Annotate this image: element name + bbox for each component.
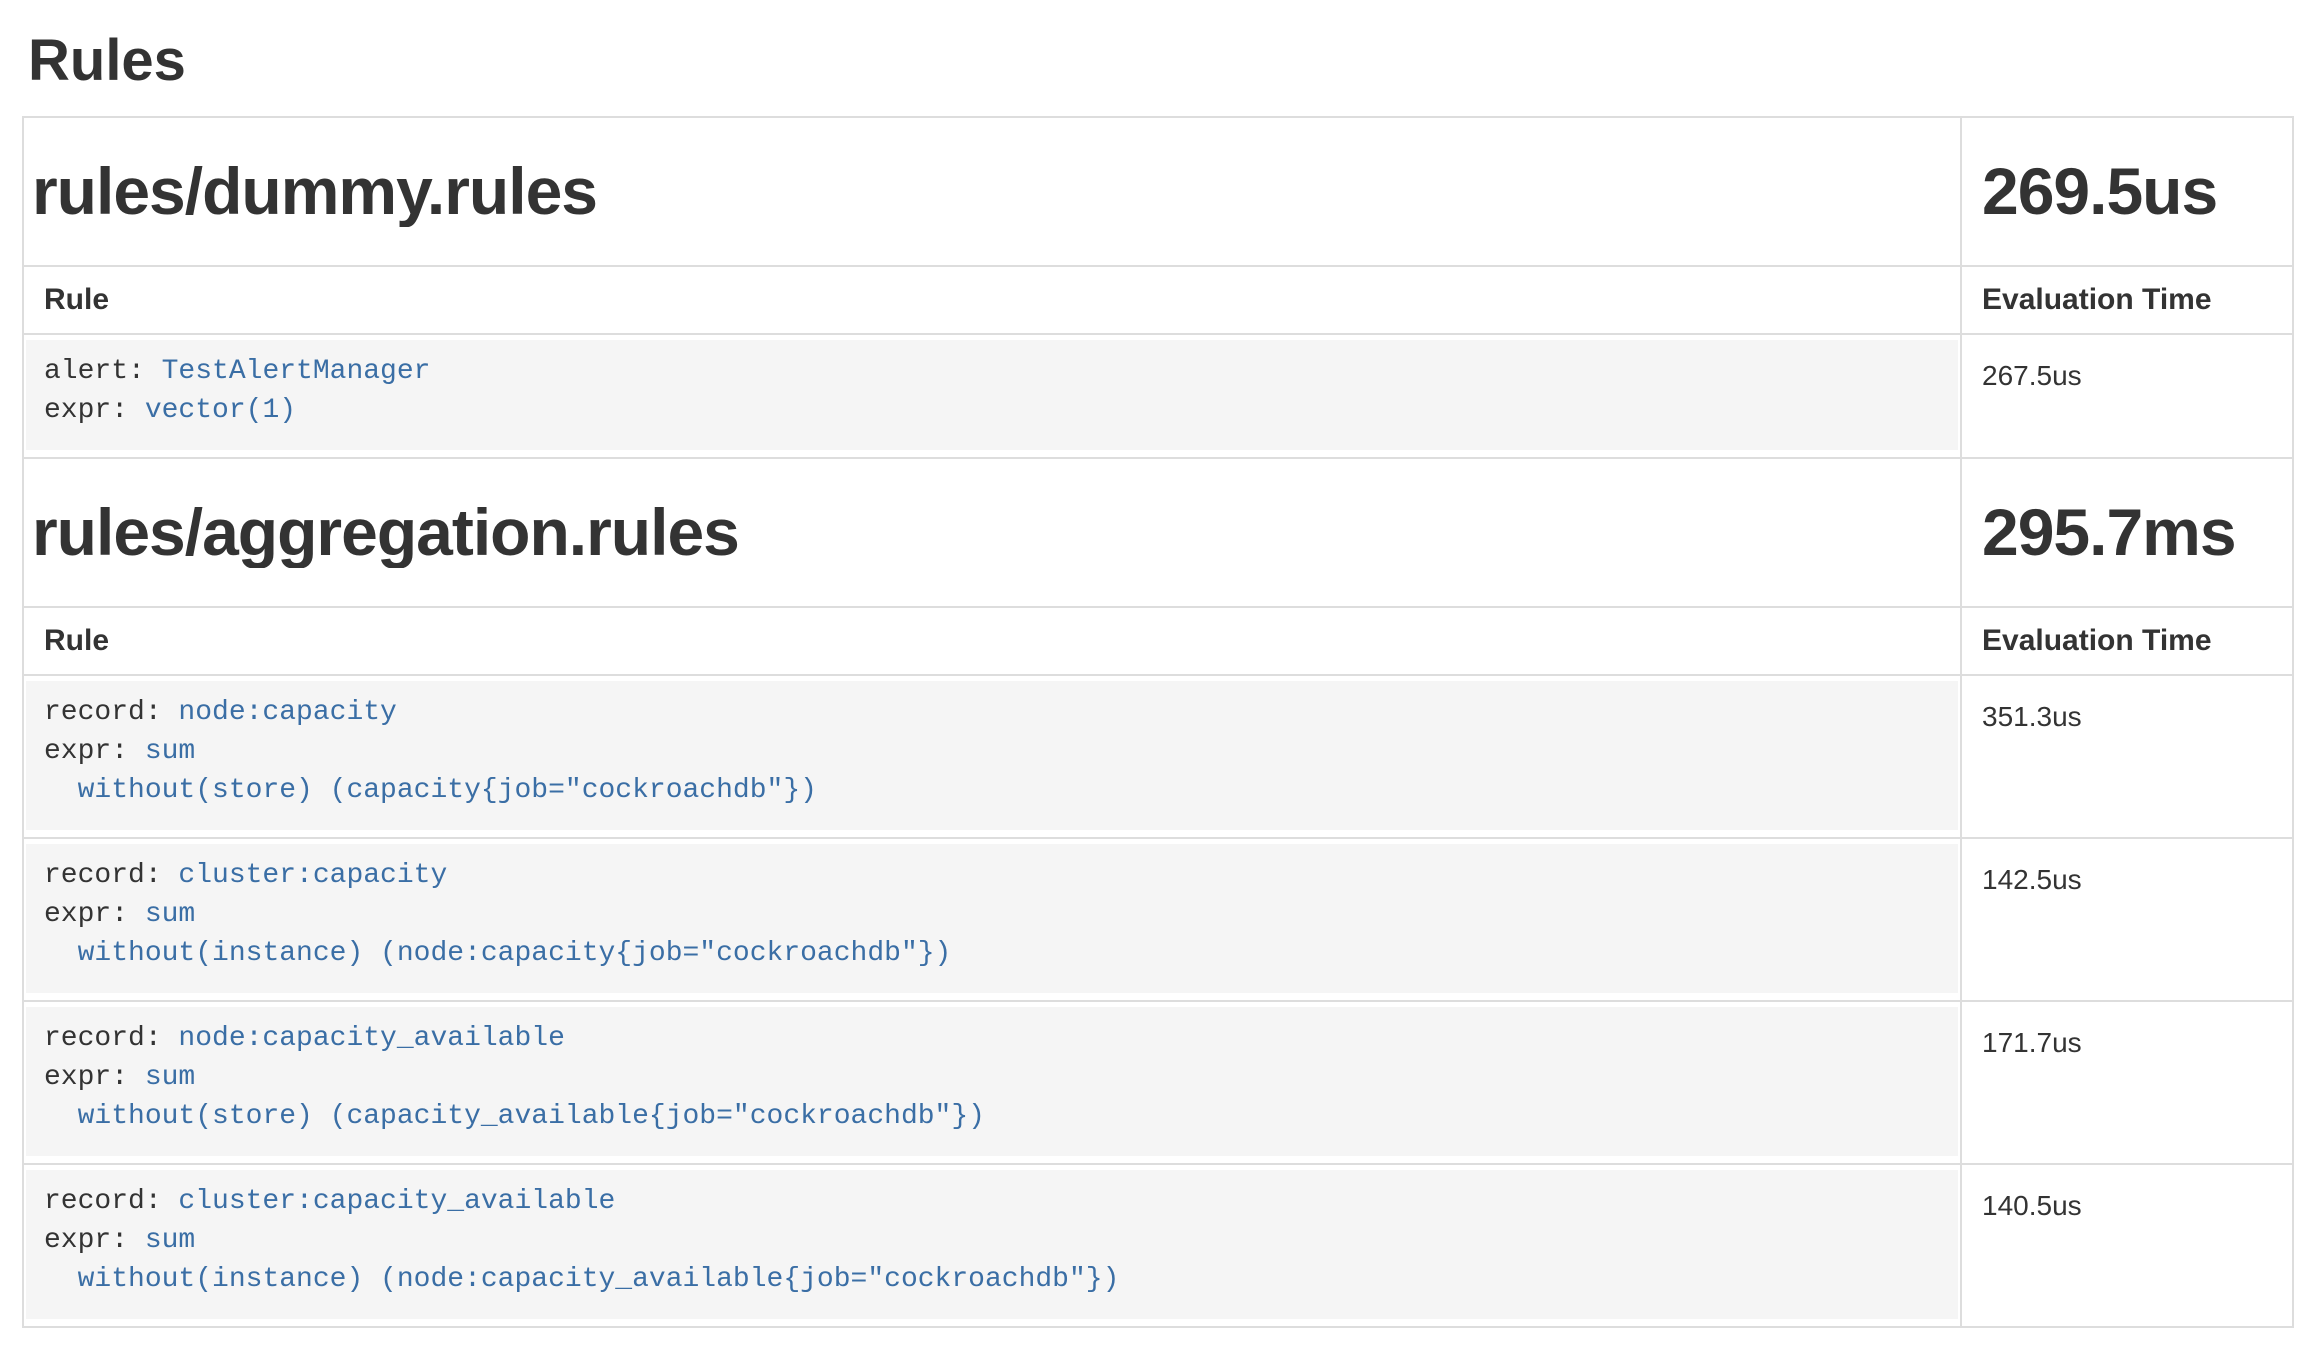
rule-keyword: expr: [44, 395, 145, 426]
rule-expression-link[interactable]: sum [145, 1062, 195, 1093]
column-header-row: Rule Evaluation Time [23, 266, 2293, 334]
rule-code-line: expr: sum [44, 895, 1938, 934]
rule-expression-link[interactable]: without(store) (capacity{job="cockroachd… [78, 775, 817, 806]
rule-keyword: expr: [44, 736, 145, 767]
rule-code-line: without(instance) (node:capacity_availab… [44, 1260, 1938, 1299]
rule-expression-link[interactable]: without(instance) (node:capacity_availab… [78, 1264, 1120, 1295]
rule-column-header: Rule [23, 607, 1961, 675]
rule-code-line: expr: vector(1) [44, 391, 1938, 430]
rule-keyword: record: [44, 1186, 178, 1217]
rule-expression-link[interactable]: vector(1) [145, 395, 296, 426]
rule-code-line: record: node:capacity_available [44, 1019, 1938, 1058]
rule-code-line: without(store) (capacity{job="cockroachd… [44, 771, 1938, 810]
rule-keyword [44, 1264, 78, 1295]
rule-expression-link[interactable]: node:capacity [178, 697, 396, 728]
rule-eval-time: 140.5us [1961, 1164, 2293, 1327]
rule-code-line: expr: sum [44, 1221, 1938, 1260]
rule-row: record: node:capacityexpr: sum without(s… [23, 675, 2293, 838]
rule-expression-link[interactable]: cluster:capacity_available [178, 1186, 615, 1217]
rule-code-line: alert: TestAlertManager [44, 352, 1938, 391]
rule-eval-time: 142.5us [1961, 838, 2293, 1001]
rule-row: alert: TestAlertManagerexpr: vector(1) 2… [23, 334, 2293, 458]
rule-keyword [44, 775, 78, 806]
rule-code-line: expr: sum [44, 732, 1938, 771]
rule-eval-time: 171.7us [1961, 1001, 2293, 1164]
rule-code-line: record: cluster:capacity_available [44, 1182, 1938, 1221]
rule-expression-link[interactable]: without(instance) (node:capacity{job="co… [78, 938, 952, 969]
rule-group-header-row: rules/dummy.rules 269.5us [23, 117, 2293, 266]
rule-expression-link[interactable]: cluster:capacity [178, 860, 447, 891]
rule-code: record: node:capacityexpr: sum without(s… [26, 681, 1958, 830]
rule-group-eval-time: 269.5us [1982, 156, 2272, 227]
rule-group-file-cell: rules/aggregation.rules [23, 458, 1961, 607]
rule-definition-cell: record: cluster:capacityexpr: sum withou… [23, 838, 1961, 1001]
rule-code-line: record: cluster:capacity [44, 856, 1938, 895]
rule-code-line: without(instance) (node:capacity{job="co… [44, 934, 1938, 973]
rules-table-body: rules/dummy.rules 269.5us Rule Evaluatio… [23, 117, 2293, 1327]
rule-keyword: alert: [44, 356, 162, 387]
page-title: Rules [28, 28, 2294, 94]
rule-keyword [44, 938, 78, 969]
rule-group-header-row: rules/aggregation.rules 295.7ms [23, 458, 2293, 607]
rule-keyword: record: [44, 1023, 178, 1054]
rule-keyword: record: [44, 697, 178, 728]
rule-expression-link[interactable]: without(store) (capacity_available{job="… [78, 1101, 985, 1132]
rule-keyword: expr: [44, 1225, 145, 1256]
rule-definition-cell: record: node:capacity_availableexpr: sum… [23, 1001, 1961, 1164]
rule-row: record: cluster:capacityexpr: sum withou… [23, 838, 2293, 1001]
rule-definition-cell: alert: TestAlertManagerexpr: vector(1) [23, 334, 1961, 458]
rule-group-file: rules/aggregation.rules [32, 497, 1940, 568]
rule-group-eval-cell: 295.7ms [1961, 458, 2293, 607]
rule-code: record: node:capacity_availableexpr: sum… [26, 1007, 1958, 1156]
rules-table: rules/dummy.rules 269.5us Rule Evaluatio… [22, 116, 2294, 1328]
rule-group-eval-time: 295.7ms [1982, 497, 2272, 568]
rule-keyword: expr: [44, 899, 145, 930]
rule-group-file-cell: rules/dummy.rules [23, 117, 1961, 266]
rule-group-eval-cell: 269.5us [1961, 117, 2293, 266]
rule-code: record: cluster:capacityexpr: sum withou… [26, 844, 1958, 993]
rule-expression-link[interactable]: sum [145, 736, 195, 767]
rule-expression-link[interactable]: TestAlertManager [162, 356, 431, 387]
rule-keyword: expr: [44, 1062, 145, 1093]
rule-code: record: cluster:capacity_availableexpr: … [26, 1170, 1958, 1319]
rule-definition-cell: record: cluster:capacity_availableexpr: … [23, 1164, 1961, 1327]
rule-row: record: cluster:capacity_availableexpr: … [23, 1164, 2293, 1327]
rule-code-line: expr: sum [44, 1058, 1938, 1097]
rule-definition-cell: record: node:capacityexpr: sum without(s… [23, 675, 1961, 838]
rule-eval-time: 267.5us [1961, 334, 2293, 458]
rule-eval-time: 351.3us [1961, 675, 2293, 838]
rule-keyword [44, 1101, 78, 1132]
rule-code-line: record: node:capacity [44, 693, 1938, 732]
rule-expression-link[interactable]: sum [145, 1225, 195, 1256]
column-header-row: Rule Evaluation Time [23, 607, 2293, 675]
rule-group-file: rules/dummy.rules [32, 156, 1940, 227]
evaluation-time-column-header: Evaluation Time [1961, 266, 2293, 334]
rule-keyword: record: [44, 860, 178, 891]
rules-page: Rules rules/dummy.rules 269.5us Rule Eva… [0, 28, 2316, 1328]
rule-expression-link[interactable]: node:capacity_available [178, 1023, 564, 1054]
rule-row: record: node:capacity_availableexpr: sum… [23, 1001, 2293, 1164]
rule-column-header: Rule [23, 266, 1961, 334]
rule-expression-link[interactable]: sum [145, 899, 195, 930]
rule-code: alert: TestAlertManagerexpr: vector(1) [26, 340, 1958, 450]
evaluation-time-column-header: Evaluation Time [1961, 607, 2293, 675]
rule-code-line: without(store) (capacity_available{job="… [44, 1097, 1938, 1136]
